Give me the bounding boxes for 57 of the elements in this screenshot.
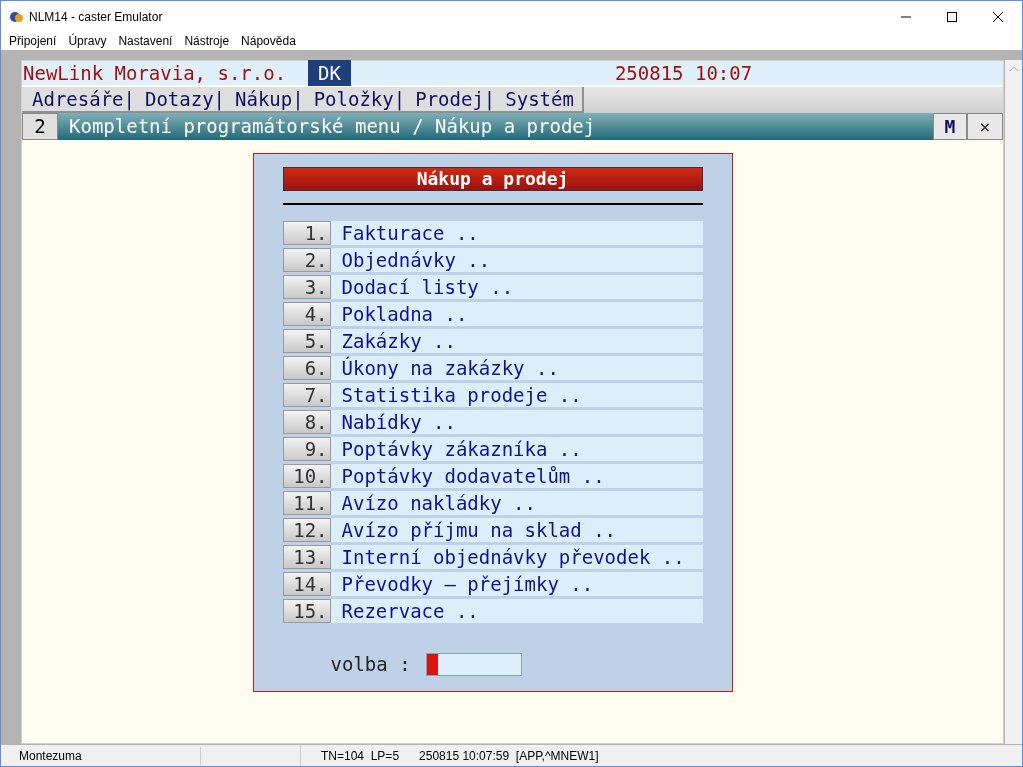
number-button[interactable]: 8. (282, 410, 331, 434)
menu-option[interactable]: Nabídky .. (330, 410, 703, 434)
app-menu-item[interactable]: Prodej| (415, 89, 496, 109)
app-menu-item[interactable]: Dotazy| (144, 89, 226, 109)
menu-option[interactable]: Poptávky dodavatelům .. (330, 464, 703, 488)
number-button[interactable]: 9. (282, 437, 331, 461)
menu-option[interactable]: Avízo příjmu na sklad .. (330, 518, 703, 542)
number-button[interactable]: 7. (282, 383, 331, 407)
menu-item[interactable]: Připojení (9, 32, 57, 50)
menu-option[interactable]: Interní objednávky převodek .. (330, 545, 703, 569)
menu-option[interactable]: Poptávky zákazníka .. (330, 437, 703, 461)
dialog-title: Nákup a prodej (282, 167, 703, 191)
close-icon[interactable] (992, 10, 1004, 23)
menu-option[interactable]: Úkony na zakázky .. (330, 356, 703, 380)
menu-option[interactable]: Převodky – přejímky .. (330, 572, 703, 596)
status-text: Montezuma (1, 746, 201, 765)
menu-option[interactable]: Fakturace .. (330, 221, 703, 245)
menu-item[interactable]: Nápověda (241, 32, 296, 50)
close-button[interactable]: × (967, 113, 1004, 140)
choice-field[interactable] (425, 653, 522, 676)
menu-item[interactable]: Nástroje (184, 32, 230, 50)
number-button[interactable]: 12. (282, 518, 331, 542)
menu-option[interactable]: Pokladna .. (330, 302, 703, 326)
menu-option[interactable]: Rezervace .. (330, 599, 703, 623)
number-button[interactable]: 3. (282, 275, 331, 299)
company-name: NewLink Moravia, s.r.o. (23, 63, 288, 83)
m-button[interactable]: M (933, 113, 968, 140)
menu-item[interactable]: Nastavení (118, 32, 173, 50)
number-button[interactable]: 4. (282, 302, 331, 326)
number-button[interactable]: 1. (282, 221, 331, 245)
choice-label: volba : (330, 655, 412, 674)
window-title: NLM14 - caster Emulator (29, 8, 163, 26)
number-button[interactable]: 2. (282, 248, 331, 272)
menu-option[interactable]: Zakázky .. (330, 329, 703, 353)
user-label: DK (308, 60, 351, 86)
screen-title: Kompletní programátorské menu / Nákup a prodej (58, 113, 934, 140)
number-button[interactable]: 13. (282, 545, 331, 569)
number-button[interactable]: 6. (282, 356, 331, 380)
maximize-icon[interactable] (946, 10, 958, 23)
app-menu-item[interactable]: Nákup| (235, 89, 304, 109)
menu-option[interactable]: Statistika prodeje .. (330, 383, 703, 407)
number-button[interactable]: 11. (282, 491, 331, 515)
number-button[interactable]: 14. (282, 572, 331, 596)
number-button[interactable]: 10. (282, 464, 331, 488)
app-menu-item[interactable]: Položky| (313, 89, 406, 109)
number-button[interactable]: 5. (282, 329, 331, 353)
menu-option[interactable]: Avízo nakládky .. (330, 491, 703, 515)
menu-option[interactable]: Dodací listy .. (330, 275, 703, 299)
level-number: 2 (22, 113, 58, 140)
status-text: TN=104 LP=5 (320, 747, 400, 765)
app-menu-item[interactable]: Systém (505, 89, 574, 109)
number-button[interactable]: 15. (282, 599, 331, 623)
app-menu-item[interactable]: Adresáře| (32, 89, 135, 109)
date-time: 250815 10:07 (614, 63, 753, 83)
status-text: 250815 10:07:59 [APP,^MNEW1] (418, 747, 599, 765)
menu-option[interactable]: Objednávky .. (330, 248, 703, 272)
menu-item[interactable]: Úpravy (68, 32, 107, 50)
